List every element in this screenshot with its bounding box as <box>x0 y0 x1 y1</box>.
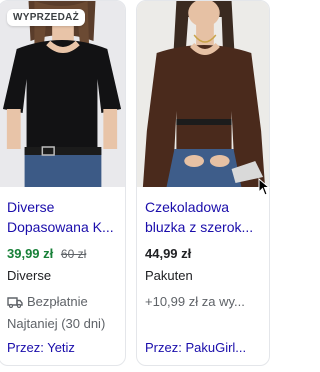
shipping-text: +10,99 zł za wy... <box>145 294 245 309</box>
price-line: 39,99 zł 60 zł <box>7 245 117 263</box>
product-title-link[interactable]: Diverse Dopasowana K... <box>7 197 117 237</box>
price-line: 44,99 zł <box>145 245 261 263</box>
merchant-name: Pakuten <box>145 268 193 283</box>
lowest-price-note: Najtaniej (30 dni) <box>7 316 106 331</box>
shipping-info: +10,99 zł za wy... <box>145 293 261 311</box>
seller-link[interactable]: Przez: Yetiz <box>7 339 117 357</box>
price: 44,99 zł <box>145 246 192 261</box>
original-price: 60 zł <box>60 247 87 261</box>
sale-price: 39,99 zł <box>7 246 54 261</box>
shipping-info: Bezpłatnie <box>7 293 117 311</box>
product-card[interactable]: Czekoladowa bluzka z szerok... 44,99 zł … <box>136 0 270 366</box>
product-title-link[interactable]: Czekoladowa bluzka z szerok... <box>145 197 261 237</box>
shipping-text: Bezpłatnie <box>27 294 88 309</box>
product-photo-black-top <box>0 1 125 187</box>
product-title-line1[interactable]: Czekoladowa <box>145 197 261 217</box>
product-title-line1[interactable]: Diverse <box>7 197 117 217</box>
lowest-price-note-placeholder <box>145 315 261 333</box>
product-card[interactable]: WYPRZEDAŻ Diverse Dopasowana K... 39,99 … <box>0 0 126 366</box>
sale-badge: WYPRZEDAŻ <box>7 9 86 26</box>
seller-link[interactable]: Przez: PakuGirl... <box>145 339 261 357</box>
product-title-line2[interactable]: Dopasowana K... <box>7 217 117 237</box>
mouse-cursor-icon <box>258 178 270 196</box>
product-image[interactable]: WYPRZEDAŻ <box>0 1 125 187</box>
merchant-name: Diverse <box>7 268 52 283</box>
truck-icon <box>7 297 23 308</box>
product-image[interactable] <box>137 1 269 187</box>
product-carousel: WYPRZEDAŻ Diverse Dopasowana K... 39,99 … <box>0 0 270 372</box>
product-photo-brown-blouse <box>137 1 269 187</box>
product-title-line2[interactable]: bluzka z szerok... <box>145 217 261 237</box>
